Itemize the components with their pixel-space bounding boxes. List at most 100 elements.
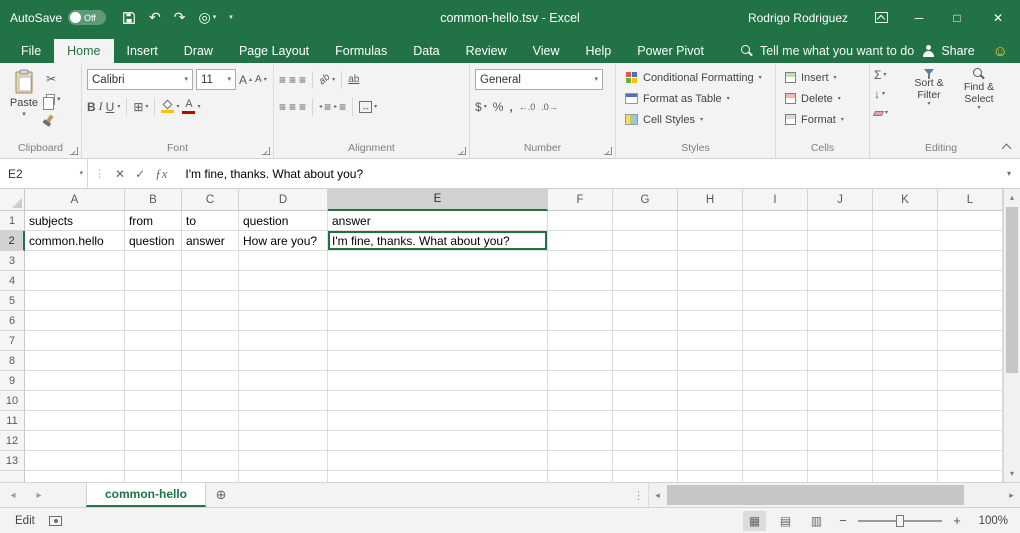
cell-G8[interactable] [613, 351, 678, 371]
cell-E11[interactable] [328, 411, 548, 431]
feedback-smiley-icon[interactable]: ☺ [993, 39, 1008, 63]
sheet-nav-prev-icon[interactable]: ◂ [0, 483, 26, 507]
font-size-select[interactable]: 11 ▾ [196, 69, 236, 90]
cell[interactable] [938, 471, 1003, 482]
column-header-B[interactable]: B [125, 189, 182, 211]
tab-data[interactable]: Data [400, 39, 452, 63]
cell-K7[interactable] [873, 331, 938, 351]
cell-B2[interactable]: question [125, 231, 182, 251]
format-painter-button[interactable] [46, 111, 61, 127]
cell-E8[interactable] [328, 351, 548, 371]
number-dialog-launcher-icon[interactable] [604, 147, 612, 155]
cell-I3[interactable] [743, 251, 808, 271]
wrap-text-button[interactable]: ab [348, 72, 359, 88]
formula-bar-handle-icon[interactable]: ⋮ [94, 167, 105, 180]
cell[interactable] [678, 471, 743, 482]
cell-L4[interactable] [938, 271, 1003, 291]
cell-B10[interactable] [125, 391, 182, 411]
comma-format-button[interactable]: , [509, 99, 512, 115]
cell-F5[interactable] [548, 291, 613, 311]
cell-K8[interactable] [873, 351, 938, 371]
cell-F1[interactable] [548, 211, 613, 231]
cell-J6[interactable] [808, 311, 873, 331]
macro-record-icon[interactable] [49, 516, 62, 526]
hscroll-left-icon[interactable]: ◂ [649, 483, 666, 507]
cell-D10[interactable] [239, 391, 328, 411]
cell-A6[interactable] [25, 311, 125, 331]
row-header-4[interactable]: 4 [0, 271, 25, 291]
horizontal-scrollbar[interactable]: ◂ ▸ [648, 483, 1020, 507]
cell-K3[interactable] [873, 251, 938, 271]
normal-view-button[interactable]: ▦ [743, 511, 766, 531]
cell-G13[interactable] [613, 451, 678, 471]
customize-quick-access-button[interactable]: ▾ [229, 14, 233, 21]
bold-button[interactable]: B [87, 99, 96, 115]
cut-button[interactable]: ✂ [46, 71, 61, 87]
cell-J9[interactable] [808, 371, 873, 391]
sheet-tab-common-hello[interactable]: common-hello [86, 483, 206, 507]
cell-K11[interactable] [873, 411, 938, 431]
cell-G12[interactable] [613, 431, 678, 451]
cell-E10[interactable] [328, 391, 548, 411]
vertical-scrollbar[interactable]: ▴ ▾ [1003, 189, 1020, 482]
cell[interactable] [328, 471, 548, 482]
tab-power-pivot[interactable]: Power Pivot [624, 39, 717, 63]
cell-H9[interactable] [678, 371, 743, 391]
cell-B1[interactable]: from [125, 211, 182, 231]
cell-E2[interactable]: I'm fine, thanks. What about you? [328, 231, 548, 251]
cell-I8[interactable] [743, 351, 808, 371]
page-layout-view-button[interactable]: ▤ [774, 511, 797, 531]
cell-L10[interactable] [938, 391, 1003, 411]
autosave-switch[interactable]: Off [68, 10, 106, 25]
cell-L7[interactable] [938, 331, 1003, 351]
zoom-slider[interactable] [858, 520, 942, 522]
maximize-button[interactable]: □ [938, 0, 976, 35]
cell-G11[interactable] [613, 411, 678, 431]
chevron-down-icon[interactable]: ▾ [117, 104, 120, 110]
column-header-I[interactable]: I [743, 189, 808, 211]
cell-I10[interactable] [743, 391, 808, 411]
hscroll-right-icon[interactable]: ▸ [1003, 483, 1020, 507]
cell[interactable] [613, 471, 678, 482]
tell-me-search[interactable]: Tell me what you want to do [741, 39, 914, 63]
cell-B7[interactable] [125, 331, 182, 351]
cell-F8[interactable] [548, 351, 613, 371]
cell-D5[interactable] [239, 291, 328, 311]
cell-E3[interactable] [328, 251, 548, 271]
cell-D12[interactable] [239, 431, 328, 451]
cell-F6[interactable] [548, 311, 613, 331]
align-bottom-button[interactable]: ≡ [299, 72, 306, 88]
sort-filter-button[interactable]: Sort & Filter ▾ [906, 66, 952, 141]
format-cells-button[interactable]: Format ▾ [781, 109, 864, 130]
touch-mode-button[interactable]: ◎▾ [199, 9, 217, 26]
row-header-12[interactable]: 12 [0, 431, 25, 451]
cell[interactable] [182, 471, 239, 482]
cell-F3[interactable] [548, 251, 613, 271]
row-header-10[interactable]: 10 [0, 391, 25, 411]
cell-A12[interactable] [25, 431, 125, 451]
row-header-6[interactable]: 6 [0, 311, 25, 331]
insert-function-button[interactable]: ƒx [155, 166, 167, 182]
column-header-J[interactable]: J [808, 189, 873, 211]
cell-D4[interactable] [239, 271, 328, 291]
cell-C5[interactable] [182, 291, 239, 311]
merge-center-button[interactable]: ↔▾ [359, 99, 377, 115]
row-header-partial[interactable] [0, 471, 25, 482]
ribbon-display-options-button[interactable] [862, 0, 900, 35]
cell-D7[interactable] [239, 331, 328, 351]
cell-G2[interactable] [613, 231, 678, 251]
cell-C10[interactable] [182, 391, 239, 411]
cell-B12[interactable] [125, 431, 182, 451]
page-break-view-button[interactable]: ▥ [805, 511, 828, 531]
cell-F12[interactable] [548, 431, 613, 451]
column-header-A[interactable]: A [25, 189, 125, 211]
autosave-toggle[interactable]: AutoSave Off [10, 10, 106, 25]
cell-E12[interactable] [328, 431, 548, 451]
cell-F9[interactable] [548, 371, 613, 391]
cancel-button[interactable]: ✕ [115, 167, 125, 181]
cell-A11[interactable] [25, 411, 125, 431]
column-header-H[interactable]: H [678, 189, 743, 211]
cell-B9[interactable] [125, 371, 182, 391]
enter-button[interactable]: ✓ [135, 167, 145, 181]
cell[interactable] [873, 471, 938, 482]
